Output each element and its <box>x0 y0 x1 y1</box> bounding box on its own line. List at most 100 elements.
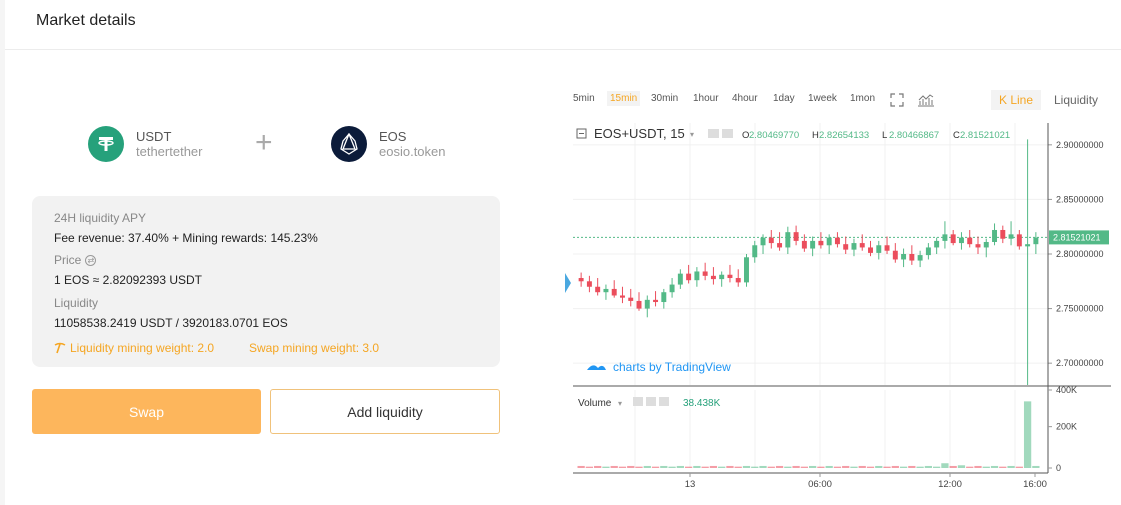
candle-body <box>578 278 584 282</box>
volume-bar <box>891 465 899 468</box>
x-tick-label: 12:00 <box>938 479 962 490</box>
plus-icon: + <box>255 126 273 159</box>
candle-body <box>760 237 766 246</box>
token-quote-symbol: EOS <box>379 129 407 144</box>
liquidity-weight-text: Liquidity mining weight: 2.0 <box>70 341 215 355</box>
tf-5min[interactable]: 5min <box>573 93 595 104</box>
candle-body <box>917 255 923 261</box>
y-tick-label: 2.90000000 <box>1056 140 1104 150</box>
volume-tick-label: 400K <box>1056 385 1077 395</box>
candle-body <box>669 284 675 293</box>
apy-value: Fee revenue: 37.40% + Mining rewards: 14… <box>54 231 318 245</box>
volume-close-icon <box>659 397 669 406</box>
volume-bar <box>635 466 643 468</box>
volume-bar <box>957 465 966 468</box>
token-quote[interactable]: EOS eosio.token <box>331 126 446 162</box>
tf-4hour[interactable]: 4hour <box>732 93 758 104</box>
candle-body <box>694 271 700 281</box>
volume-bar <box>833 466 842 468</box>
tab-liquidity[interactable]: Liquidity <box>1054 93 1098 107</box>
candle-body <box>702 271 708 276</box>
volume-bar <box>718 466 726 468</box>
volume-settings-icon <box>646 397 656 406</box>
volume-bar <box>676 465 684 468</box>
candle-body <box>619 295 625 298</box>
tf-30min[interactable]: 30min <box>651 93 678 104</box>
page-title: Market details <box>36 12 136 29</box>
tf-1week[interactable]: 1week <box>808 93 837 104</box>
token-base[interactable]: USDT tethertether <box>88 126 203 162</box>
tab-kline[interactable]: K Line <box>991 90 1042 110</box>
volume-eye-icon <box>633 397 643 406</box>
volume-bar <box>684 466 693 468</box>
candle-body <box>834 237 840 245</box>
tradingview-watermark: charts by TradingView <box>613 360 731 374</box>
volume-bar <box>734 466 742 468</box>
swap-price-icon[interactable]: ⇄ <box>85 254 97 266</box>
volume-bar <box>701 466 709 468</box>
volume-bar <box>693 465 701 468</box>
candle-body <box>677 273 683 285</box>
volume-bar <box>1007 465 1015 468</box>
candle-body <box>686 273 692 281</box>
candle-body <box>1033 237 1039 245</box>
tf-15min[interactable]: 15min <box>607 91 641 106</box>
candle-body <box>859 243 865 248</box>
volume-bar <box>817 466 825 468</box>
volume-bar <box>651 466 660 468</box>
add-liquidity-button[interactable]: Add liquidity <box>270 389 500 434</box>
pool-info-box: 24H liquidity APY Fee revenue: 37.40% + … <box>32 196 500 367</box>
apy-label: 24H liquidity APY <box>54 211 147 225</box>
candle-body <box>768 237 774 244</box>
swap-mining-weight: Swap mining weight: 3.0 <box>249 341 380 355</box>
y-tick-label: 2.80000000 <box>1056 249 1104 259</box>
tradingview-logo-icon <box>587 365 606 370</box>
candle-body <box>884 245 890 251</box>
candle-body <box>958 237 964 244</box>
liquidity-mining-weight: Liquidity mining weight: 2.0 <box>54 341 214 355</box>
fullscreen-icon[interactable] <box>890 93 904 107</box>
x-tick-label: 16:00 <box>1023 479 1047 490</box>
candle-body <box>975 244 981 248</box>
volume-bar <box>726 465 734 468</box>
candle-body <box>653 299 659 303</box>
y-tick-label: 2.70000000 <box>1056 358 1104 368</box>
chart-container: 5min 15min 30min 1hour 4hour 1day 1week … <box>565 85 1111 490</box>
candle-body <box>876 245 882 253</box>
volume-bar <box>660 465 668 468</box>
tf-1hour[interactable]: 1hour <box>693 93 719 104</box>
ohlc-key: C <box>953 130 960 141</box>
volume-bar <box>850 466 858 468</box>
volume-bar <box>858 465 866 468</box>
candlestick-chart[interactable]: 2.90000000 2.85000000 2.80000000 2.75000000… <box>565 123 1111 490</box>
tf-1mon[interactable]: 1mon <box>850 93 875 104</box>
volume-bar <box>800 466 808 468</box>
volume-label: Volume <box>578 398 612 409</box>
candle-body <box>595 286 601 293</box>
candle-body <box>603 288 609 293</box>
candle-body <box>992 229 998 242</box>
volume-bar <box>602 466 610 468</box>
volume-bar <box>627 465 635 468</box>
tf-1day[interactable]: 1day <box>773 93 795 104</box>
price-label-row: Price ⇄ <box>54 253 97 267</box>
ohlc-value: 2.82654133 <box>819 130 869 141</box>
liquidity-value: 11058538.2419 USDT / 3920183.0701 EOS <box>54 316 288 330</box>
candle-body <box>1025 244 1031 247</box>
swap-button[interactable]: Swap <box>32 389 261 434</box>
candle-body <box>818 240 824 246</box>
candle-body <box>644 299 650 309</box>
candle-body <box>710 275 716 280</box>
chart-title: EOS+USDT, 15 <box>594 126 685 141</box>
panel-header: Market details <box>5 0 1121 50</box>
candle-body <box>810 240 816 249</box>
volume-bar <box>933 466 941 468</box>
volume-bar <box>966 466 974 468</box>
x-tick-label: 13 <box>685 479 696 490</box>
candle-body <box>793 232 799 241</box>
candle-body <box>777 243 783 248</box>
volume-bar <box>594 465 602 468</box>
indicators-icon[interactable] <box>917 93 935 107</box>
volume-bar <box>941 463 949 468</box>
candle-body <box>901 254 907 260</box>
